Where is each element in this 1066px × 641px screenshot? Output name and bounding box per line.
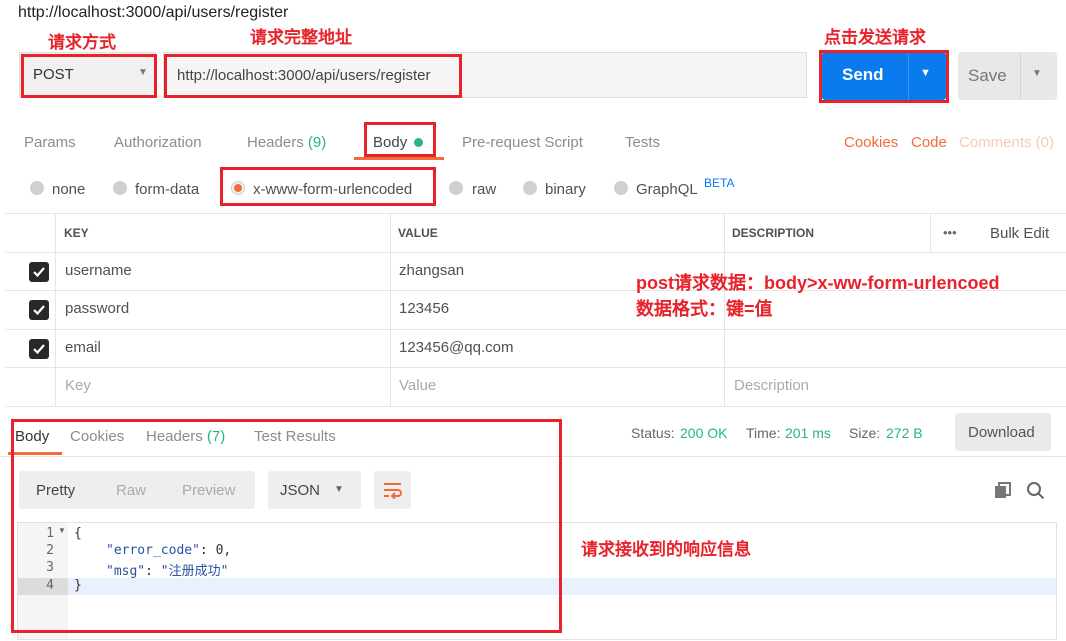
radio-urlencoded[interactable]	[231, 181, 245, 195]
row-checkbox[interactable]	[29, 339, 49, 359]
response-tab-cookies[interactable]: Cookies	[70, 428, 124, 445]
annotation-data-format: 数据格式：键=值	[636, 299, 773, 319]
param-value[interactable]: zhangsan	[399, 262, 464, 279]
response-headers-count: (7)	[206, 428, 226, 445]
url-input[interactable]: http://localhost:3000/api/users/register	[163, 52, 807, 98]
code-line: {	[74, 526, 82, 541]
new-description-input[interactable]: Description	[734, 377, 809, 394]
new-key-input[interactable]: Key	[65, 377, 91, 394]
view-mode-pretty[interactable]: Pretty	[36, 482, 75, 499]
view-mode-preview[interactable]: Preview	[182, 482, 235, 499]
method-value: POST	[33, 66, 74, 83]
annotation-send: 点击发送请求	[824, 28, 926, 47]
code-line: }	[74, 578, 82, 593]
radio-none[interactable]	[30, 181, 44, 195]
more-options-icon[interactable]: •••	[943, 225, 957, 240]
url-value: http://localhost:3000/api/users/register	[177, 67, 431, 84]
bulk-edit-link[interactable]: Bulk Edit	[990, 225, 1049, 242]
radio-binary[interactable]	[523, 181, 537, 195]
chevron-down-icon: ▼	[138, 67, 148, 78]
code-line: "error_code": 0,	[106, 543, 232, 558]
comments-link[interactable]: Comments (0)	[959, 134, 1054, 151]
size-label: Size:	[849, 425, 881, 441]
radio-form-data-label: form-data	[135, 181, 200, 198]
radio-graphql[interactable]	[614, 181, 628, 195]
annotation-response: 请求接收到的响应信息	[581, 540, 751, 559]
chevron-down-icon: ▼	[334, 484, 344, 495]
response-tab-underline	[8, 452, 62, 455]
beta-badge: BETA	[704, 176, 735, 190]
time-value: 201 ms	[785, 425, 831, 441]
send-dropdown-icon[interactable]: ▼	[920, 67, 931, 79]
new-value-input[interactable]: Value	[399, 377, 436, 394]
download-label: Download	[968, 424, 1035, 441]
row-checkbox[interactable]	[29, 300, 49, 320]
search-icon[interactable]	[1026, 481, 1045, 500]
radio-binary-label: binary	[545, 181, 586, 198]
wrap-icon	[384, 483, 402, 499]
fold-icon[interactable]: ▼	[58, 526, 66, 535]
window-title: http://localhost:3000/api/users/register	[18, 4, 289, 21]
annotation-url: 请求完整地址	[250, 28, 352, 47]
row-checkbox[interactable]	[29, 262, 49, 282]
copy-icon[interactable]	[994, 482, 1012, 500]
body-active-dot	[414, 138, 424, 147]
status-label: Status:	[631, 425, 675, 441]
line-number: 1	[46, 526, 54, 541]
size-value: 272 B	[886, 425, 923, 441]
format-value: JSON	[280, 482, 321, 499]
column-header-value: VALUE	[398, 226, 438, 240]
param-key[interactable]: email	[65, 339, 101, 356]
param-key[interactable]: password	[65, 300, 129, 317]
column-header-description: DESCRIPTION	[732, 226, 815, 240]
save-dropdown-icon[interactable]: ▼	[1032, 68, 1042, 79]
line-number: 2	[46, 543, 54, 558]
send-label: Send	[842, 65, 884, 84]
radio-raw-label: raw	[472, 181, 497, 198]
tab-body-underline	[354, 157, 444, 160]
save-button[interactable]: Save ▼	[958, 52, 1057, 100]
tab-headers[interactable]: Headers (9)	[247, 134, 326, 151]
column-header-key: KEY	[64, 226, 89, 240]
annotation-method: 请求方式	[48, 33, 116, 52]
save-label: Save	[968, 66, 1007, 85]
radio-none-label: none	[52, 181, 86, 198]
response-tab-headers[interactable]: Headers (7)	[146, 428, 225, 445]
tab-body[interactable]: Body	[373, 134, 424, 151]
tab-tests[interactable]: Tests	[625, 134, 660, 151]
line-number: 3	[46, 560, 54, 575]
cookies-link[interactable]: Cookies	[844, 134, 898, 151]
tab-body-label: Body	[373, 134, 408, 151]
tab-authorization[interactable]: Authorization	[114, 134, 202, 151]
view-mode-group: Pretty Raw Preview	[19, 471, 255, 509]
status-value: 200 OK	[680, 425, 728, 441]
line-number: 4	[46, 578, 54, 593]
response-tab-body[interactable]: Body	[15, 428, 49, 445]
tab-params[interactable]: Params	[24, 134, 76, 151]
tab-prerequest-script[interactable]: Pre-request Script	[462, 134, 583, 151]
send-button[interactable]: Send ▼	[822, 52, 946, 100]
view-mode-raw[interactable]: Raw	[116, 482, 146, 499]
time-label: Time:	[746, 425, 781, 441]
code-link[interactable]: Code	[911, 134, 947, 151]
code-line: "msg": "注册成功"	[106, 564, 229, 579]
radio-urlencoded-label: x-www-form-urlencoded	[253, 181, 413, 198]
param-value[interactable]: 123456	[399, 300, 449, 317]
radio-graphql-label: GraphQL	[636, 181, 698, 198]
response-tab-test-results[interactable]: Test Results	[254, 428, 336, 445]
radio-form-data[interactable]	[113, 181, 127, 195]
radio-raw[interactable]	[449, 181, 463, 195]
param-value[interactable]: 123456@qq.com	[399, 339, 513, 356]
tab-headers-label: Headers	[247, 134, 304, 151]
tab-headers-count: (9)	[307, 134, 327, 151]
annotation-post-data: post请求数据：body>x-ww-form-urlencoed	[636, 273, 1000, 293]
wrap-lines-button[interactable]	[374, 471, 411, 509]
format-select[interactable]: JSON ▼	[268, 471, 361, 509]
param-key[interactable]: username	[65, 262, 132, 279]
response-tab-headers-label: Headers	[146, 428, 203, 445]
download-button[interactable]: Download	[955, 413, 1051, 451]
method-select[interactable]: POST ▼	[19, 52, 156, 98]
